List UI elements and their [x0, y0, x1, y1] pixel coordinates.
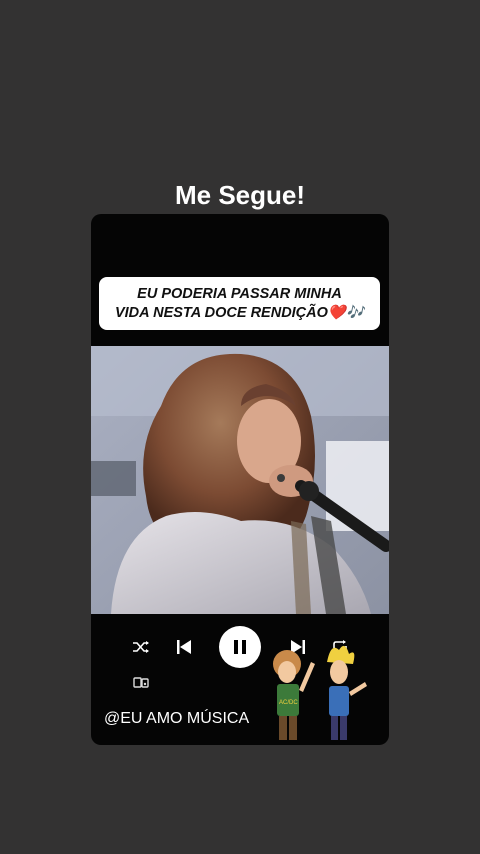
shuffle-icon[interactable] [131, 637, 151, 657]
pause-button[interactable] [219, 626, 261, 668]
pause-icon [234, 640, 246, 654]
previous-icon[interactable] [173, 636, 195, 658]
lyric-line-1: EU PODERIA PASSAR MINHA [137, 285, 342, 302]
lyric-line-2: VIDA NESTA DOCE RENDIÇÃO❤️🎶 [114, 304, 365, 321]
shirt-text: AC/DC [279, 700, 298, 706]
lyric-caption: EU PODERIA PASSAR MINHA VIDA NESTA DOCE … [99, 277, 380, 330]
page-title: Me Segue! [174, 180, 306, 210]
cartoon-characters-sticker: AC/DC [269, 642, 369, 745]
music-card: EU PODERIA PASSAR MINHA VIDA NESTA DOCE … [91, 214, 389, 745]
video-frame[interactable] [91, 346, 389, 614]
channel-handle: @EU AMO MÚSICA [104, 710, 250, 727]
singer-video-image [91, 346, 389, 614]
connect-device-icon[interactable] [133, 676, 149, 695]
